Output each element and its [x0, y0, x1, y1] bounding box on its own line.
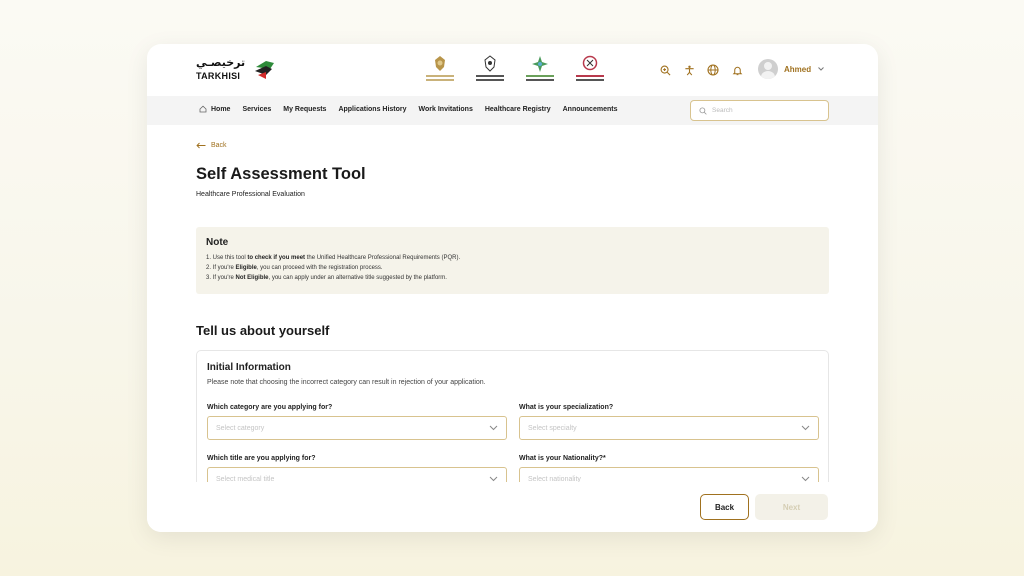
specialization-select[interactable]: Select specialty	[519, 416, 819, 440]
logo-english-text: TARKHISI	[196, 71, 241, 81]
back-link-label: Back	[211, 142, 227, 149]
tarkhisi-logo[interactable]: ترخيصـي TARKHISI	[196, 56, 286, 86]
main-nav: Home Services My Requests Applications H…	[147, 96, 878, 125]
chevron-down-icon	[801, 425, 810, 431]
arrow-left-icon	[196, 142, 206, 149]
flag-mark-icon	[255, 61, 274, 79]
search-input[interactable]	[712, 107, 822, 114]
home-icon	[199, 105, 207, 113]
government-logos	[424, 55, 606, 85]
specialization-field: What is your specialization? Select spec…	[519, 404, 819, 440]
form-title: Initial Information	[207, 362, 291, 373]
globe-icon[interactable]	[705, 62, 721, 78]
nav-item-announcements[interactable]: Announcements	[563, 105, 618, 113]
nav-item-label: Applications History	[338, 105, 407, 113]
nav-item-my-requests[interactable]: My Requests	[283, 105, 326, 113]
specialization-label: What is your specialization?	[519, 404, 614, 411]
nav-item-label: Announcements	[562, 105, 618, 113]
note-item: 1. Use this tool to check if you meet th…	[206, 255, 461, 261]
nationality-label: What is your Nationality?*	[519, 455, 606, 462]
note-item: 3. If you're Not Eligible, you can apply…	[206, 275, 447, 281]
nav-item-home[interactable]: Home	[199, 105, 230, 113]
nav-item-services[interactable]: Services	[242, 105, 271, 113]
note-title: Note	[206, 237, 229, 248]
health-services-logo	[524, 55, 556, 83]
back-button[interactable]: Back	[700, 494, 749, 520]
chevron-down-icon	[489, 425, 498, 431]
specialization-placeholder: Select specialty	[528, 424, 577, 432]
title-label: Which title are you applying for?	[207, 455, 316, 462]
accessibility-icon[interactable]	[681, 62, 697, 78]
chevron-down-icon	[818, 67, 824, 71]
search-icon	[699, 106, 707, 115]
page-title: Self Assessment Tool	[196, 165, 366, 183]
note-box: Note 1. Use this tool to check if you me…	[196, 227, 829, 294]
note-list: 1. Use this tool to check if you meet th…	[206, 253, 819, 283]
note-item: 2. If you're Eligible, you can proceed w…	[206, 265, 383, 271]
nav-item-label: Home	[211, 105, 231, 113]
category-field: Which category are you applying for? Sel…	[207, 404, 507, 440]
nav-item-applications-history[interactable]: Applications History	[338, 105, 406, 113]
nav-item-label: Services	[242, 105, 272, 113]
section-title: Tell us about yourself	[196, 323, 330, 338]
user-menu[interactable]: Ahmed	[758, 59, 825, 79]
bell-icon[interactable]	[729, 62, 745, 78]
nav-item-label: Work Invitations	[418, 105, 473, 113]
avatar	[758, 59, 778, 79]
form-description: Please note that choosing the incorrect …	[207, 379, 486, 386]
category-label: Which category are you applying for?	[207, 404, 333, 411]
top-header: ترخيصـي TARKHISI Ahmed	[147, 44, 878, 96]
next-button[interactable]: Next	[755, 494, 828, 520]
user-name: Ahmed	[784, 64, 812, 74]
category-placeholder: Select category	[216, 424, 265, 432]
nav-item-work-invitations[interactable]: Work Invitations	[419, 105, 473, 113]
search-box	[690, 100, 829, 121]
main-card: ترخيصـي TARKHISI Ahmed Home Services My …	[147, 44, 878, 532]
zoom-icon[interactable]	[657, 62, 673, 78]
medical-council-logo	[574, 55, 606, 83]
uae-emblem-logo	[424, 55, 456, 83]
nav-item-label: My Requests	[283, 105, 327, 113]
header-icons	[657, 62, 745, 78]
back-link[interactable]: Back	[196, 142, 227, 149]
page-subtitle: Healthcare Professional Evaluation	[196, 191, 305, 198]
department-of-health-logo	[474, 55, 506, 83]
nav-item-healthcare-registry[interactable]: Healthcare Registry	[485, 105, 551, 113]
form-footer: Back Next	[147, 482, 878, 532]
category-select[interactable]: Select category	[207, 416, 507, 440]
logo-arabic-text: ترخيصـي	[196, 56, 246, 69]
nav-item-label: Healthcare Registry	[484, 105, 551, 113]
